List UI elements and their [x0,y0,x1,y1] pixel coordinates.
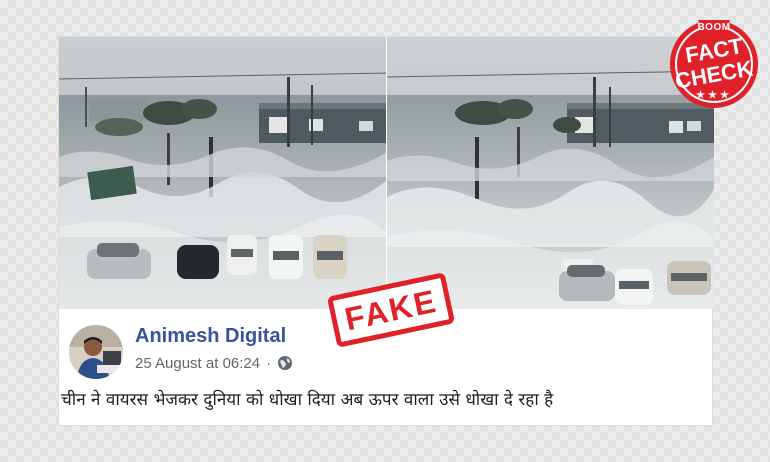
avatar[interactable] [69,325,123,379]
meta-separator: · [266,354,272,372]
facebook-post-card: Animesh Digital 25 August at 06:24 · चीन… [58,36,714,426]
boom-fact-check-badge: BOOM FACT CHECK ★★★ [664,10,764,110]
author-name[interactable]: Animesh Digital [135,325,286,348]
flood-photo-left[interactable] [59,37,386,309]
post-meta: 25 August at 06:24 · [135,353,293,373]
badge-stars: ★★★ [696,90,732,101]
post-text: चीन ने वायरस भेजकर दुनिया को धोखा दिया अ… [61,390,554,410]
globe-icon[interactable] [277,355,293,371]
post-timestamp[interactable]: 25 August at 06:24 [135,355,260,372]
